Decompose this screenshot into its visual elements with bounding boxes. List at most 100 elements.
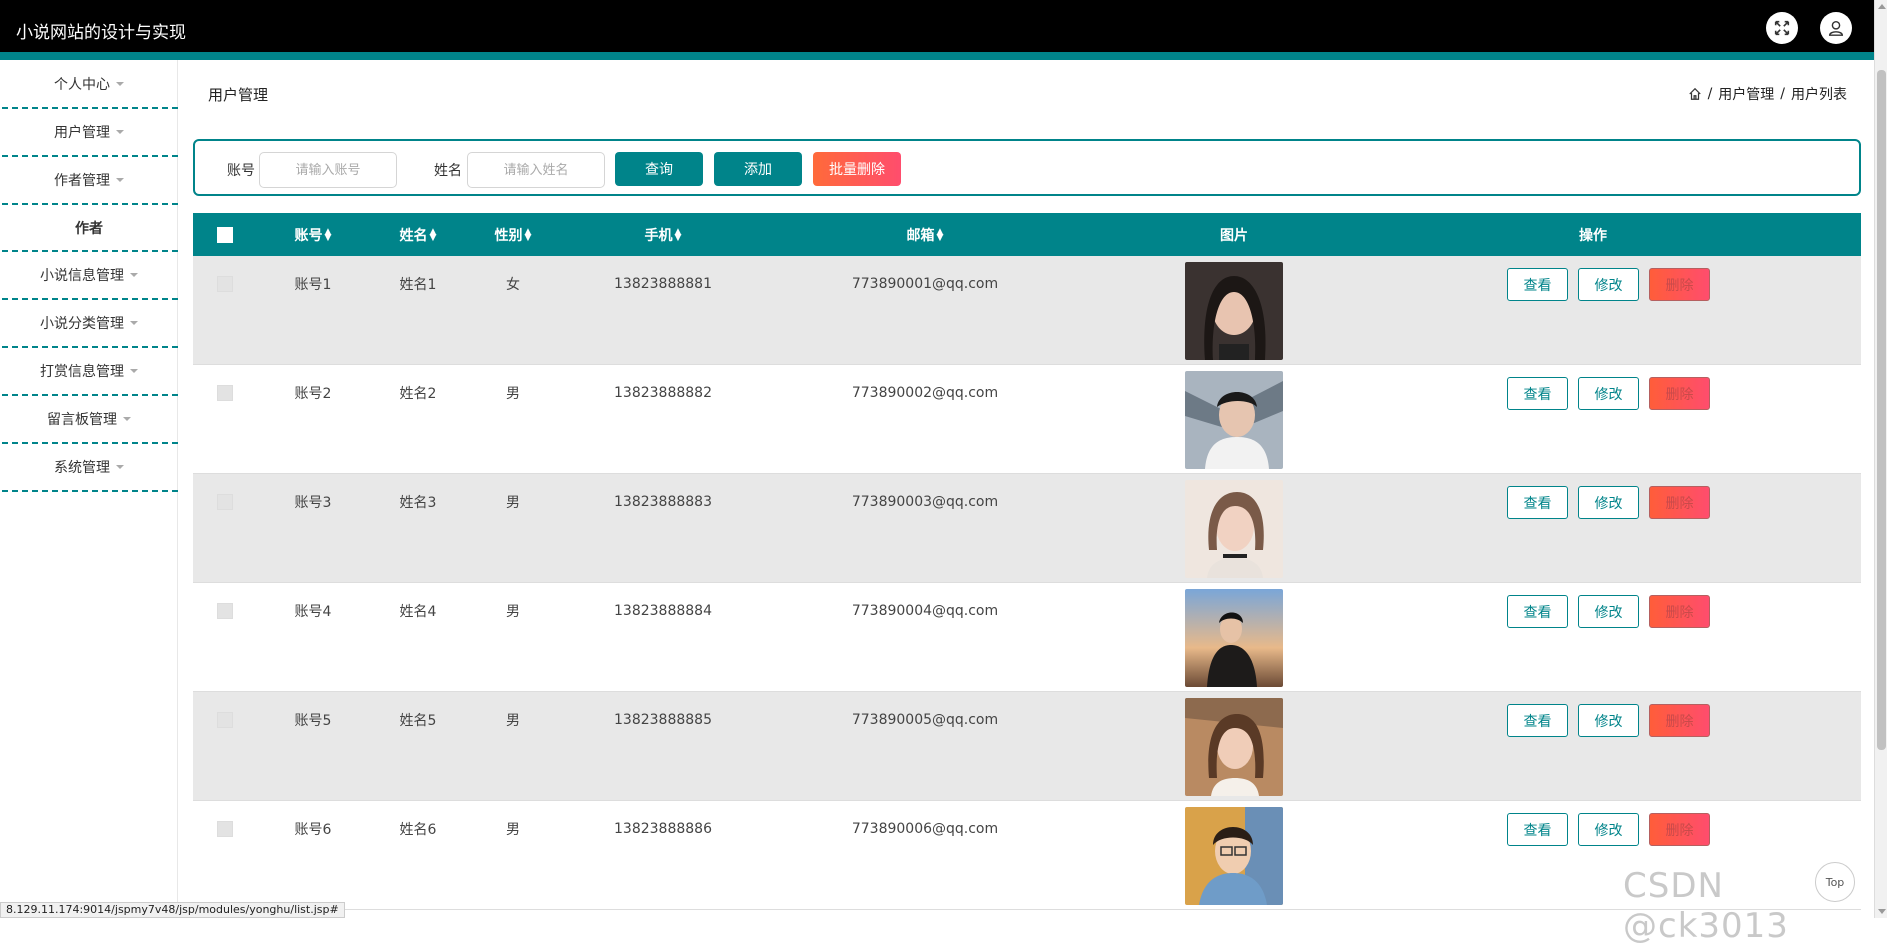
column-header-gender[interactable]: 性别 ▲ ▼ (478, 213, 548, 256)
page-scrollbar[interactable] (1874, 0, 1887, 918)
sidebar-item-label: 系统管理 (54, 460, 110, 476)
row-checkbox[interactable] (217, 712, 233, 728)
sort-icon[interactable]: ▲ ▼ (675, 227, 682, 242)
column-header-account[interactable]: 账号 ▲ ▼ (273, 213, 353, 256)
name-search-input[interactable] (467, 152, 605, 188)
edit-button[interactable]: 修改 (1578, 813, 1639, 846)
sidebar-item-personal-center[interactable]: 个人中心 (0, 60, 178, 108)
sidebar-item-user-management[interactable]: 用户管理 (0, 108, 178, 156)
caret-down-icon (123, 417, 131, 421)
breadcrumb: / 用户管理 / 用户列表 (1688, 84, 1847, 104)
checkbox[interactable] (217, 226, 233, 243)
delete-button[interactable]: 删除 (1649, 595, 1710, 628)
account-label: 账号 (227, 163, 255, 179)
delete-button[interactable]: 删除 (1649, 813, 1710, 846)
cell-account: 账号3 (294, 495, 332, 511)
table-row: 账号2 姓名2 男 13823888882 773890002@qq.com 查… (193, 365, 1861, 474)
column-label: 手机 (644, 227, 673, 244)
row-checkbox[interactable] (217, 603, 233, 619)
view-button[interactable]: 查看 (1507, 486, 1568, 519)
caret-down-icon (116, 178, 124, 182)
column-header-email[interactable]: 邮箱 ▲ ▼ (825, 213, 1025, 256)
delete-button[interactable]: 删除 (1649, 486, 1710, 519)
cell-account: 账号4 (294, 604, 332, 620)
edit-button[interactable]: 修改 (1578, 704, 1639, 737)
cell-phone: 13823888882 (614, 385, 712, 401)
header-accent-strip (0, 52, 1874, 60)
add-button[interactable]: 添加 (714, 152, 802, 186)
view-button[interactable]: 查看 (1507, 268, 1568, 301)
cell-phone: 13823888881 (614, 276, 712, 292)
sidebar-item-label: 个人中心 (54, 77, 110, 93)
row-checkbox[interactable] (217, 385, 233, 401)
sidebar-item-reward-management[interactable]: 打赏信息管理 (0, 347, 178, 395)
table-row: 账号1 姓名1 女 13823888881 773890001@qq.com 查… (193, 256, 1861, 365)
table-row: 账号3 姓名3 男 13823888883 773890003@qq.com 查… (193, 474, 1861, 583)
cell-name: 姓名6 (399, 822, 437, 838)
scroll-up-icon[interactable] (1878, 4, 1886, 9)
breadcrumb-level2: 用户列表 (1791, 87, 1847, 103)
cell-account: 账号1 (294, 277, 332, 293)
delete-button[interactable]: 删除 (1649, 377, 1710, 410)
edit-button[interactable]: 修改 (1578, 268, 1639, 301)
delete-button[interactable]: 删除 (1649, 268, 1710, 301)
account-search-input[interactable] (259, 152, 397, 188)
view-button[interactable]: 查看 (1507, 595, 1568, 628)
sort-icon[interactable]: ▲ ▼ (430, 227, 437, 242)
sidebar-item-system-management[interactable]: 系统管理 (0, 443, 178, 491)
sidebar-item-novel-category-management[interactable]: 小说分类管理 (0, 299, 178, 347)
view-button[interactable]: 查看 (1507, 813, 1568, 846)
sort-icon[interactable]: ▲ ▼ (525, 227, 532, 242)
cell-email: 773890005@qq.com (851, 712, 999, 728)
sidebar-item-label: 作者 (75, 221, 103, 237)
sidebar-item-label: 作者管理 (54, 173, 110, 189)
breadcrumb-separator: / (1707, 86, 1713, 102)
home-icon[interactable] (1688, 87, 1702, 101)
view-button[interactable]: 查看 (1507, 704, 1568, 737)
breadcrumb-separator: / (1780, 86, 1785, 102)
edit-button[interactable]: 修改 (1578, 377, 1639, 410)
user-icon[interactable] (1820, 12, 1852, 44)
query-button[interactable]: 查询 (615, 152, 703, 186)
sidebar-subitem-author[interactable]: 作者 (0, 204, 178, 252)
cell-name: 姓名4 (399, 604, 437, 620)
row-checkbox[interactable] (217, 276, 233, 292)
sidebar-item-message-board-management[interactable]: 留言板管理 (0, 395, 178, 443)
column-header-name[interactable]: 姓名 ▲ ▼ (378, 213, 458, 256)
cell-gender: 男 (506, 386, 520, 402)
delete-button[interactable]: 删除 (1649, 704, 1710, 737)
cell-phone: 13823888884 (614, 603, 712, 619)
cell-name: 姓名5 (399, 713, 437, 729)
cell-name: 姓名3 (399, 495, 437, 511)
sidebar-divider (2, 490, 178, 492)
sidebar-item-author-management[interactable]: 作者管理 (0, 156, 178, 204)
scrollbar-thumb[interactable] (1877, 70, 1886, 750)
batch-delete-button[interactable]: 批量删除 (813, 152, 901, 186)
column-label: 邮箱 (906, 227, 935, 244)
user-photo (1185, 589, 1283, 687)
sort-icon[interactable]: ▲ ▼ (325, 227, 332, 242)
cell-phone: 13823888885 (614, 712, 712, 728)
top-bar: 小说网站的设计与实现 (0, 0, 1887, 60)
row-checkbox[interactable] (217, 821, 233, 837)
column-header-phone[interactable]: 手机 ▲ ▼ (593, 213, 733, 256)
cell-email: 773890001@qq.com (851, 276, 999, 292)
table-row: 账号6 姓名6 男 13823888886 773890006@qq.com 查… (193, 801, 1861, 910)
column-label: 姓名 (399, 227, 428, 244)
watermark: CSDN @ck3013 (1623, 866, 1789, 946)
sidebar: 个人中心 用户管理 作者管理 作者 小说信息管理 小说分类管理 打赏信息管理 留… (0, 60, 178, 918)
edit-button[interactable]: 修改 (1578, 486, 1639, 519)
column-label: 性别 (494, 227, 523, 244)
sort-icon[interactable]: ▲ ▼ (937, 227, 944, 242)
column-label: 操作 (1579, 227, 1607, 244)
select-all-checkbox[interactable] (215, 213, 235, 256)
fullscreen-icon[interactable] (1766, 12, 1798, 44)
breadcrumb-level1[interactable]: 用户管理 (1718, 84, 1774, 104)
view-button[interactable]: 查看 (1507, 377, 1568, 410)
edit-button[interactable]: 修改 (1578, 595, 1639, 628)
page-title: 用户管理 (208, 86, 269, 104)
user-photo (1185, 807, 1283, 905)
row-checkbox[interactable] (217, 494, 233, 510)
column-label: 图片 (1220, 227, 1248, 244)
sidebar-item-novel-info-management[interactable]: 小说信息管理 (0, 251, 178, 299)
